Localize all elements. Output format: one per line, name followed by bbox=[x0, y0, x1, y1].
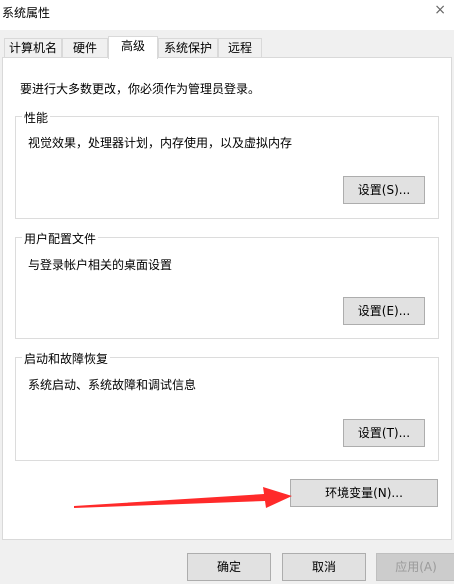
close-icon[interactable]: × bbox=[434, 2, 446, 18]
performance-group-title: 性能 bbox=[22, 109, 51, 126]
admin-notice: 要进行大多数更改，你必须作为管理员登录。 bbox=[20, 82, 261, 96]
user-profiles-settings-button[interactable]: 设置(E)... bbox=[343, 297, 425, 325]
ok-button[interactable]: 确定 bbox=[187, 553, 271, 581]
startup-recovery-description: 系统启动、系统故障和调试信息 bbox=[28, 378, 197, 392]
tab-system-protection[interactable]: 系统保护 bbox=[158, 38, 218, 58]
window-title: 系统属性 bbox=[2, 6, 51, 20]
tab-strip: 计算机名 硬件 高级 系统保护 远程 bbox=[0, 36, 454, 59]
tab-computer-name[interactable]: 计算机名 bbox=[4, 38, 62, 58]
tab-remote[interactable]: 远程 bbox=[218, 38, 262, 58]
startup-recovery-settings-button[interactable]: 设置(T)... bbox=[343, 419, 425, 447]
cancel-button[interactable]: 取消 bbox=[282, 553, 366, 581]
tab-hardware[interactable]: 硬件 bbox=[62, 38, 108, 58]
user-profiles-group-title: 用户配置文件 bbox=[22, 230, 99, 247]
tab-advanced[interactable]: 高级 bbox=[108, 36, 158, 59]
user-profiles-description: 与登录帐户相关的桌面设置 bbox=[28, 258, 173, 272]
startup-recovery-group-title: 启动和故障恢复 bbox=[22, 350, 111, 367]
performance-description: 视觉效果，处理器计划，内存使用，以及虚拟内存 bbox=[28, 136, 293, 150]
performance-settings-button[interactable]: 设置(S)... bbox=[343, 176, 425, 204]
apply-button[interactable]: 应用(A) bbox=[376, 553, 454, 581]
title-bar: 系统属性 × bbox=[0, 0, 454, 30]
system-properties-dialog: 系统属性 × 计算机名 硬件 高级 系统保护 远程 要进行大多数更改，你必须作为… bbox=[0, 0, 454, 584]
annotation-arrow-icon bbox=[74, 487, 292, 508]
environment-variables-button[interactable]: 环境变量(N)... bbox=[290, 479, 438, 507]
